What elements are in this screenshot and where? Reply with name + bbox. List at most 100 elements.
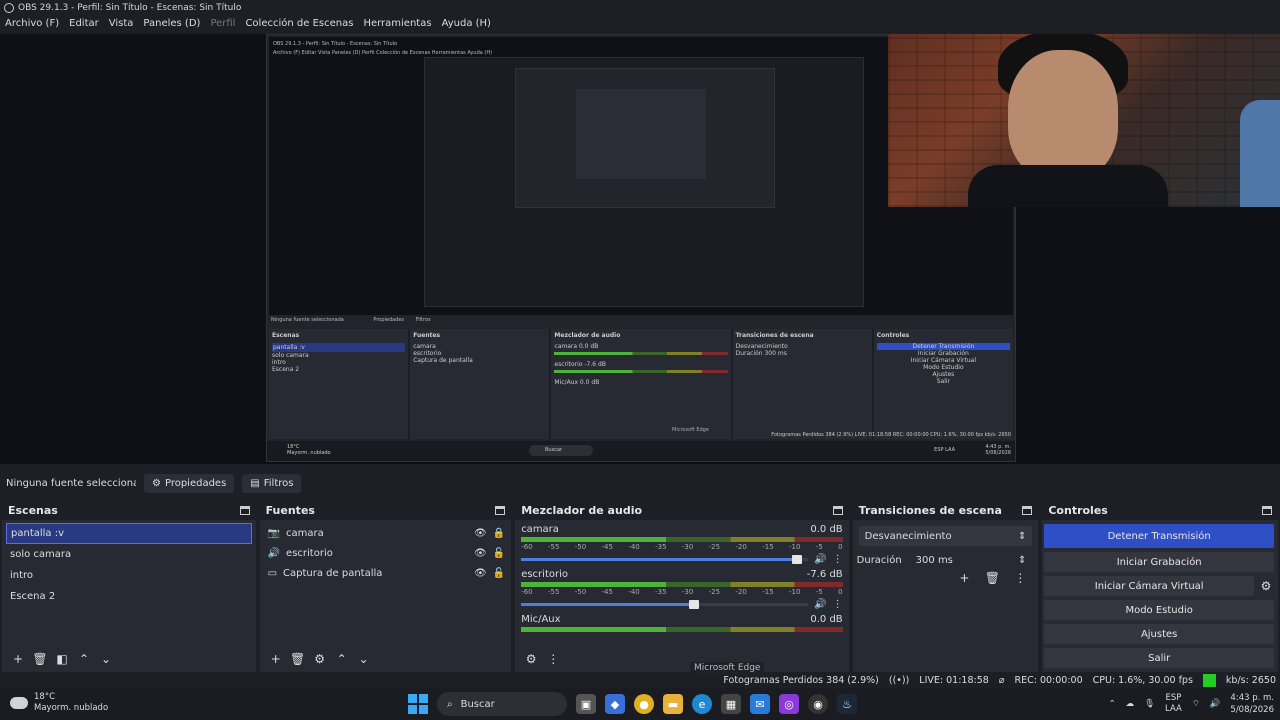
stop-stream-button[interactable]: Detener Transmisión bbox=[1044, 524, 1274, 548]
advanced-audio-icon[interactable]: ⚙ bbox=[523, 651, 539, 667]
start-recording-button[interactable]: Iniciar Grabación bbox=[1044, 552, 1274, 572]
volume-slider[interactable] bbox=[521, 555, 809, 564]
steam-icon[interactable]: ♨ bbox=[837, 694, 857, 714]
edge-icon[interactable]: e bbox=[692, 694, 712, 714]
filter-icon[interactable]: ◧ bbox=[54, 651, 70, 667]
duration-spinbox[interactable]: 300 ms ⇕ bbox=[909, 550, 1033, 570]
nested-weather-desc: Mayorm. nublado bbox=[287, 450, 331, 456]
scene-item[interactable]: Escena 2 bbox=[2, 586, 256, 607]
undock-icon[interactable] bbox=[239, 505, 250, 515]
menu-archivo[interactable]: Archivo (F) bbox=[5, 18, 59, 29]
menu-ayuda[interactable]: Ayuda (H) bbox=[442, 18, 491, 29]
transition-select[interactable]: Desvanecimiento ⇕ bbox=[858, 526, 1033, 546]
live-timer: LIVE: 01:18:58 bbox=[919, 674, 989, 686]
volume-slider[interactable] bbox=[521, 600, 809, 609]
source-item[interactable]: 📷 camara 👁 🔒 bbox=[260, 523, 512, 543]
add-icon[interactable]: + bbox=[956, 570, 972, 586]
add-icon[interactable]: + bbox=[10, 651, 26, 667]
up-arrow-icon[interactable]: ⌃ bbox=[76, 651, 92, 667]
add-icon[interactable]: + bbox=[268, 651, 284, 667]
lock-icon[interactable]: 🔒 bbox=[493, 528, 505, 539]
file-explorer-icon[interactable]: ▬ bbox=[663, 694, 683, 714]
unlock-icon[interactable]: 🔓 bbox=[493, 568, 505, 579]
nested-no-source: Ninguna fuente seleccionada bbox=[271, 317, 344, 323]
scale-tick: -10 bbox=[789, 588, 801, 596]
more-menu-icon[interactable]: ⋮ bbox=[833, 599, 843, 610]
undock-icon[interactable] bbox=[495, 505, 506, 515]
undock-icon[interactable] bbox=[1022, 505, 1033, 515]
start-virtualcam-button[interactable]: Iniciar Cámara Virtual bbox=[1044, 576, 1254, 596]
settings-button[interactable]: Ajustes bbox=[1044, 624, 1274, 644]
eye-icon[interactable]: 👁 bbox=[474, 528, 487, 539]
chevron-up-icon[interactable]: ⌃ bbox=[1109, 699, 1116, 709]
scenes-header: Escenas bbox=[2, 500, 256, 520]
webcam-feed bbox=[888, 34, 1280, 207]
volume-knob[interactable] bbox=[792, 555, 803, 564]
eye-icon[interactable]: 👁 bbox=[474, 568, 487, 579]
start-button[interactable] bbox=[408, 694, 428, 714]
task-view-icon[interactable]: ▣ bbox=[576, 694, 596, 714]
volume-icon[interactable]: 🔊 bbox=[1210, 699, 1221, 709]
widgets-icon[interactable]: ◆ bbox=[605, 694, 625, 714]
menu-coleccion-escenas[interactable]: Colección de Escenas bbox=[245, 18, 353, 29]
controls-body: Detener Transmisión Iniciar Grabación In… bbox=[1042, 520, 1278, 672]
taskbar-search[interactable]: ⌕ Buscar bbox=[437, 692, 567, 716]
weather-widget[interactable]: 18°C Mayorm. nublado bbox=[10, 692, 108, 714]
clock[interactable]: 4:43 p. m. 5/08/2026 bbox=[1230, 692, 1274, 716]
obs-icon[interactable]: ◉ bbox=[808, 694, 828, 714]
controls-header: Controles bbox=[1042, 500, 1278, 520]
microphone-icon[interactable]: 🎙 bbox=[1144, 699, 1155, 709]
volume-knob[interactable] bbox=[689, 600, 700, 609]
app-icon[interactable]: ◎ bbox=[779, 694, 799, 714]
unlock-icon[interactable]: 🔓 bbox=[493, 548, 505, 559]
down-arrow-icon[interactable]: ⌄ bbox=[98, 651, 114, 667]
undock-icon[interactable] bbox=[832, 505, 843, 515]
menu-paneles[interactable]: Paneles (D) bbox=[143, 18, 200, 29]
properties-button[interactable]: ⚙ Propiedades bbox=[144, 473, 235, 493]
meter-scale: -60 -55 -50 -45 -40 -35 -30 -25 -20 -15 -10 -5 0 bbox=[521, 588, 842, 596]
nested-source-item: camara bbox=[413, 343, 436, 350]
menu-herramientas[interactable]: Herramientas bbox=[363, 18, 431, 29]
preview-canvas[interactable]: OBS 29.1.3 - Perfil: Sin Título - Escena… bbox=[0, 34, 1280, 464]
nested-deeper-capture bbox=[424, 57, 864, 307]
source-item[interactable]: 🔊 escritorio 👁 🔓 bbox=[260, 543, 512, 563]
filters-button[interactable]: ▤ Filtros bbox=[242, 473, 302, 493]
trash-icon[interactable]: 🗑 bbox=[290, 651, 306, 667]
speaker-icon[interactable]: 🔊 bbox=[814, 599, 826, 610]
menu-vista[interactable]: Vista bbox=[109, 18, 134, 29]
chrome-icon[interactable]: ● bbox=[634, 694, 654, 714]
down-arrow-icon[interactable]: ⌄ bbox=[356, 651, 372, 667]
network-icon[interactable]: ☁ bbox=[1126, 699, 1135, 709]
source-item[interactable]: ▭ Captura de pantalla 👁 🔓 bbox=[260, 563, 512, 583]
studio-mode-button[interactable]: Modo Estudio bbox=[1044, 600, 1274, 620]
up-arrow-icon[interactable]: ⌃ bbox=[334, 651, 350, 667]
exit-button[interactable]: Salir bbox=[1044, 648, 1274, 668]
scene-item[interactable]: solo camara bbox=[2, 544, 256, 565]
status-bar: Fotogramas Perdidos 384 (2.9%) ((•)) LIV… bbox=[0, 672, 1280, 688]
trash-icon[interactable]: 🗑 bbox=[32, 651, 48, 667]
menu-editar[interactable]: Editar bbox=[69, 18, 99, 29]
wifi-icon[interactable]: ⌔ bbox=[1192, 699, 1200, 709]
nested-control: Iniciar Grabación bbox=[917, 350, 969, 357]
more-menu-icon[interactable]: ⋮ bbox=[1012, 570, 1028, 586]
trash-icon[interactable]: 🗑 bbox=[984, 570, 1000, 586]
gear-icon[interactable]: ⚙ bbox=[312, 651, 328, 667]
store-icon[interactable]: ▦ bbox=[721, 694, 741, 714]
volume-meter bbox=[521, 537, 843, 542]
eye-icon[interactable]: 👁 bbox=[474, 548, 487, 559]
nested-controls-title: Controles bbox=[876, 332, 910, 339]
scene-item[interactable]: intro bbox=[2, 565, 256, 586]
gear-icon[interactable]: ⚙ bbox=[1258, 578, 1274, 594]
channel-name: camara bbox=[521, 524, 559, 535]
lang-line-2: LAA bbox=[1165, 704, 1182, 714]
scene-item[interactable]: pantalla :v bbox=[6, 523, 252, 544]
undock-icon[interactable] bbox=[1261, 505, 1272, 515]
more-menu-icon[interactable]: ⋮ bbox=[833, 554, 843, 565]
speaker-icon[interactable]: 🔊 bbox=[814, 554, 826, 565]
nested-mixer-title: Mezclador de audio bbox=[554, 332, 621, 339]
language-indicator[interactable]: ESP LAA bbox=[1165, 693, 1182, 715]
scale-tick: -35 bbox=[655, 543, 667, 551]
nested-scenes-title: Escenas bbox=[272, 332, 300, 339]
mail-icon[interactable]: ✉ bbox=[750, 694, 770, 714]
more-menu-icon[interactable]: ⋮ bbox=[545, 651, 561, 667]
